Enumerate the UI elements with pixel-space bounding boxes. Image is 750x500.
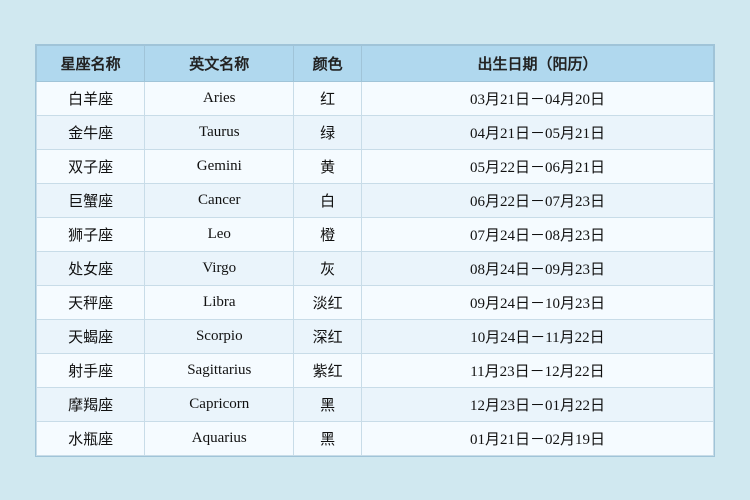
header-english: 英文名称 [145,45,294,81]
cell-date: 05月22日－06月21日 [361,149,713,183]
zodiac-table: 星座名称 英文名称 颜色 出生日期（阳历） 白羊座Aries红03月21日－04… [36,45,714,456]
cell-chinese: 白羊座 [37,81,145,115]
table-row: 金牛座Taurus绿04月21日－05月21日 [37,115,714,149]
cell-english: Cancer [145,183,294,217]
table-row: 射手座Sagittarius紫红11月23日－12月22日 [37,353,714,387]
zodiac-table-container: 星座名称 英文名称 颜色 出生日期（阳历） 白羊座Aries红03月21日－04… [35,44,715,457]
cell-chinese: 天秤座 [37,285,145,319]
table-row: 白羊座Aries红03月21日－04月20日 [37,81,714,115]
cell-date: 11月23日－12月22日 [361,353,713,387]
cell-english: Capricorn [145,387,294,421]
cell-english: Leo [145,217,294,251]
cell-color: 深红 [294,319,362,353]
cell-date: 07月24日－08月23日 [361,217,713,251]
cell-date: 01月21日－02月19日 [361,421,713,455]
cell-color: 黑 [294,421,362,455]
table-header-row: 星座名称 英文名称 颜色 出生日期（阳历） [37,45,714,81]
table-row: 处女座Virgo灰08月24日－09月23日 [37,251,714,285]
cell-chinese: 双子座 [37,149,145,183]
cell-english: Gemini [145,149,294,183]
cell-date: 03月21日－04月20日 [361,81,713,115]
cell-date: 08月24日－09月23日 [361,251,713,285]
cell-english: Aquarius [145,421,294,455]
cell-english: Aries [145,81,294,115]
table-row: 狮子座Leo橙07月24日－08月23日 [37,217,714,251]
cell-color: 黑 [294,387,362,421]
cell-english: Scorpio [145,319,294,353]
cell-chinese: 狮子座 [37,217,145,251]
table-row: 水瓶座Aquarius黑01月21日－02月19日 [37,421,714,455]
header-date: 出生日期（阳历） [361,45,713,81]
cell-color: 红 [294,81,362,115]
cell-chinese: 水瓶座 [37,421,145,455]
cell-date: 12月23日－01月22日 [361,387,713,421]
cell-english: Sagittarius [145,353,294,387]
cell-color: 橙 [294,217,362,251]
cell-color: 白 [294,183,362,217]
table-body: 白羊座Aries红03月21日－04月20日金牛座Taurus绿04月21日－0… [37,81,714,455]
table-row: 摩羯座Capricorn黑12月23日－01月22日 [37,387,714,421]
cell-chinese: 天蝎座 [37,319,145,353]
table-row: 双子座Gemini黄05月22日－06月21日 [37,149,714,183]
cell-chinese: 摩羯座 [37,387,145,421]
cell-chinese: 巨蟹座 [37,183,145,217]
cell-english: Virgo [145,251,294,285]
cell-date: 09月24日－10月23日 [361,285,713,319]
cell-english: Taurus [145,115,294,149]
cell-color: 黄 [294,149,362,183]
header-chinese: 星座名称 [37,45,145,81]
header-color: 颜色 [294,45,362,81]
table-row: 巨蟹座Cancer白06月22日－07月23日 [37,183,714,217]
cell-chinese: 射手座 [37,353,145,387]
table-row: 天蝎座Scorpio深红10月24日－11月22日 [37,319,714,353]
cell-date: 04月21日－05月21日 [361,115,713,149]
table-row: 天秤座Libra淡红09月24日－10月23日 [37,285,714,319]
cell-color: 淡红 [294,285,362,319]
cell-chinese: 金牛座 [37,115,145,149]
cell-color: 灰 [294,251,362,285]
cell-color: 绿 [294,115,362,149]
cell-date: 06月22日－07月23日 [361,183,713,217]
cell-english: Libra [145,285,294,319]
cell-chinese: 处女座 [37,251,145,285]
cell-date: 10月24日－11月22日 [361,319,713,353]
cell-color: 紫红 [294,353,362,387]
